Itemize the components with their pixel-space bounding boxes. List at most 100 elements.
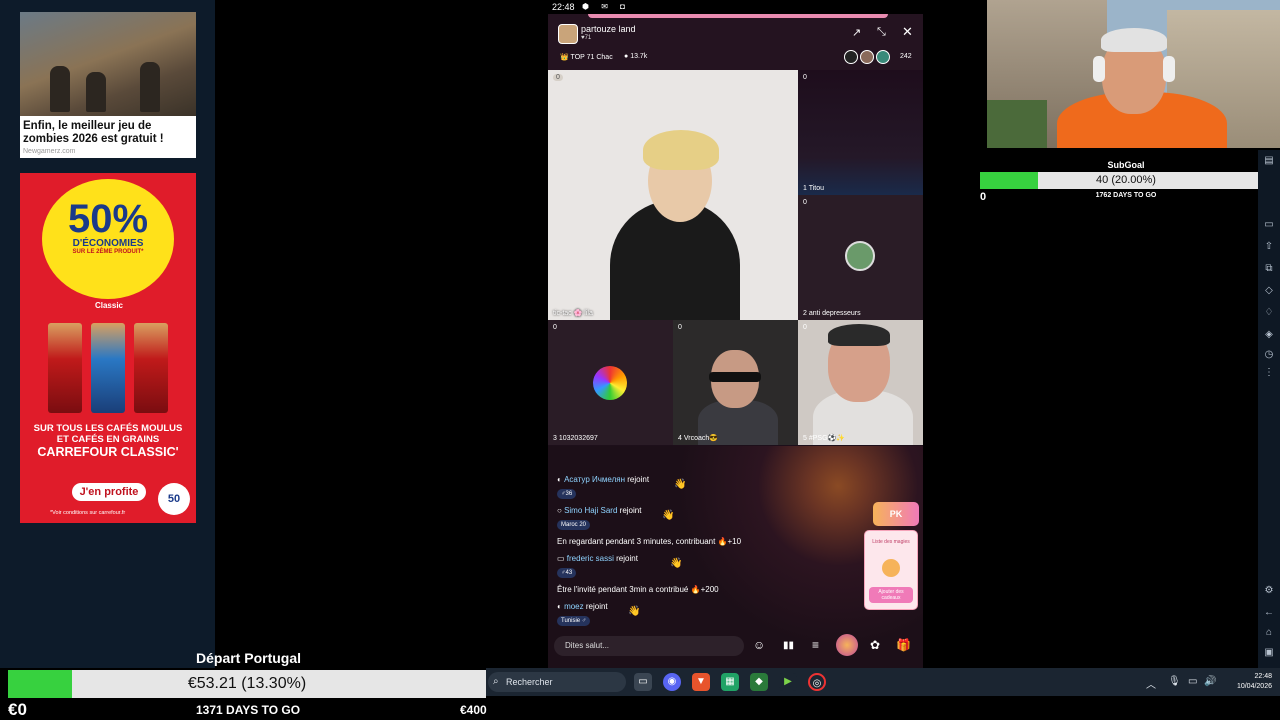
- game-app-icon[interactable]: ◆: [750, 673, 768, 691]
- tray-chevron-icon[interactable]: ︿: [1146, 676, 1156, 691]
- main-guest-video[interactable]: 0 tic-tac 🌸 lila: [548, 70, 798, 320]
- host-avatar[interactable]: [558, 24, 578, 44]
- header-accent: [588, 14, 888, 18]
- folder-icon[interactable]: ▭: [1262, 218, 1276, 232]
- share-icon[interactable]: ↗: [852, 26, 861, 39]
- chat-input[interactable]: Dites salut...: [554, 636, 744, 656]
- obs-icon[interactable]: ◎: [808, 673, 826, 691]
- club-badge: 50: [158, 483, 190, 515]
- chat-action: rejoint: [619, 506, 642, 515]
- subgoal-progress-bar: 40 (20.00%): [980, 172, 1272, 189]
- viewer-count[interactable]: 242: [900, 53, 912, 60]
- brave-browser-icon[interactable]: ▼: [692, 673, 710, 691]
- audio-icon[interactable]: ▮▮: [783, 640, 794, 651]
- search-placeholder: Rechercher: [506, 677, 553, 687]
- bell-icon[interactable]: ♢: [1262, 306, 1276, 320]
- stats-icon[interactable]: ▤: [1262, 154, 1276, 168]
- wave-icon[interactable]: 👋: [662, 510, 674, 521]
- taskbar: ⌕ Rechercher ▭ ◉ ▼ ▦ ◆ ▶ ◎ ︿ 🎙 ▭ 🔊 22:48…: [486, 668, 1280, 696]
- system-message: Être l'invité pendant 3min a contribué 🔥…: [557, 585, 719, 594]
- main-guest-coins: 0: [553, 74, 563, 81]
- minimize-icon[interactable]: ⤡: [877, 26, 886, 39]
- guest-tile-4[interactable]: 0 4 Vrcoach😎: [673, 320, 798, 445]
- more-icon[interactable]: ⋮: [1262, 366, 1276, 380]
- settings-icon[interactable]: ⚙: [1262, 584, 1276, 598]
- coin-value: 13.7k: [630, 53, 648, 60]
- top-rank-label: TOP 71 Chac: [570, 54, 613, 61]
- chat-username[interactable]: frederic sassi: [567, 554, 614, 563]
- ad-source: Newgamerz.com: [23, 148, 76, 155]
- clock-date: 10/04/2026: [1236, 683, 1272, 690]
- screen: Enfin, le meilleur jeu de zombies 2026 e…: [0, 0, 1280, 720]
- home-icon[interactable]: ⌂: [1262, 626, 1276, 640]
- status-icons: ⬢ ✉ ◘: [582, 2, 630, 11]
- top-rank[interactable]: 👑 TOP 71 Chac: [560, 53, 613, 61]
- guest-tile-2[interactable]: 0 2 anti depresseurs: [798, 195, 923, 320]
- rose-icon[interactable]: ✿: [870, 638, 880, 652]
- play-app-icon[interactable]: ▶: [779, 673, 797, 691]
- live-stream-window: 22:48 ⬢ ✉ ◘ partouze land ♥71 ↗ ⤡ ✕ 👑 TO…: [548, 0, 923, 668]
- profite-button[interactable]: J'en profite: [72, 483, 146, 501]
- chat-message: ◐ Асатур Ичмелян rejoint: [557, 475, 650, 484]
- ad-conditions: *Voir conditions sur carrefour.fr: [50, 510, 126, 516]
- guest-coins: 0: [678, 324, 682, 331]
- host-name[interactable]: partouze land: [581, 24, 636, 34]
- chat-username[interactable]: Simo Haji Sard: [564, 506, 617, 515]
- window-icon[interactable]: ▣: [1262, 646, 1276, 660]
- gift-icon[interactable]: 🎁: [896, 638, 911, 652]
- goal-max: €400: [460, 703, 487, 717]
- guest-label: 1 Titou: [803, 185, 825, 192]
- spreadsheet-app-icon[interactable]: ▦: [721, 673, 739, 691]
- chat-username[interactable]: Асатур Ичмелян: [564, 475, 625, 484]
- layers-icon[interactable]: ◈: [1262, 328, 1276, 342]
- wave-icon[interactable]: 👋: [674, 479, 686, 490]
- clock-icon[interactable]: ◷: [1262, 348, 1276, 362]
- subgoal-days: 1762 DAYS TO GO: [1095, 192, 1157, 199]
- wave-icon[interactable]: 👋: [670, 558, 682, 569]
- stream-header: partouze land ♥71 ↗ ⤡ ✕ 👑 TOP 71 Chac ● …: [548, 14, 923, 70]
- pk-button[interactable]: PK: [873, 502, 919, 526]
- ad-title: Enfin, le meilleur jeu de zombies 2026 e…: [23, 120, 164, 145]
- network-icon[interactable]: ▭: [1188, 676, 1197, 687]
- carrefour-logo: Classic: [92, 289, 126, 313]
- offer-line-3: CARREFOUR CLASSIC': [37, 445, 179, 459]
- gift-bubble-icon[interactable]: [836, 634, 858, 656]
- phone-time: 22:48: [552, 2, 575, 12]
- taskbar-search[interactable]: ⌕ Rechercher: [488, 672, 626, 692]
- goal-days: 1371 DAYS TO GO: [196, 703, 301, 717]
- goal-title: Départ Portugal: [196, 650, 302, 666]
- task-view-icon[interactable]: ▭: [634, 673, 652, 691]
- discount-label: D'ÉCONOMIES: [72, 238, 144, 249]
- guest-tile-3[interactable]: 0 3 1032032697: [548, 320, 673, 445]
- upload-icon[interactable]: ⇧: [1262, 240, 1276, 254]
- ad-offer-text: SUR TOUS LES CAFÉS MOULUS ET CAFÉS EN GR…: [26, 423, 190, 459]
- ad-image: [20, 12, 196, 116]
- menu-icon[interactable]: ≡: [812, 638, 819, 652]
- back-icon[interactable]: ←: [1262, 606, 1276, 620]
- wave-icon[interactable]: 👋: [628, 606, 640, 617]
- guest-tile-1[interactable]: 0 1 Titou: [798, 70, 923, 195]
- carrefour-ad[interactable]: 50% D'ÉCONOMIES SUR LE 2ÈME PRODUIT* Cla…: [20, 173, 196, 523]
- microphone-icon[interactable]: 🎙: [1168, 676, 1181, 687]
- gift-list-panel[interactable]: Liste des magies Ajouter des cadeaux: [864, 530, 918, 610]
- guest-label: 4 Vrcoach😎: [678, 435, 718, 442]
- copy-icon[interactable]: ⧉: [1262, 262, 1276, 276]
- user-badge: Maroc 20: [557, 520, 591, 530]
- guest-coins: 0: [553, 324, 557, 331]
- offer-line-1: SUR TOUS LES CAFÉS MOULUS: [33, 423, 183, 434]
- zombie-game-ad[interactable]: Enfin, le meilleur jeu de zombies 2026 e…: [20, 12, 196, 158]
- discount-badge: 50% D'ÉCONOMIES SUR LE 2ÈME PRODUIT*: [42, 179, 174, 299]
- discord-icon[interactable]: ◉: [663, 673, 681, 691]
- user-badge: ♂43: [557, 568, 577, 578]
- volume-icon[interactable]: 🔊: [1204, 676, 1216, 687]
- viewer-avatars[interactable]: [844, 50, 894, 64]
- guest-label: 5 #PSG⚽✨: [803, 435, 845, 442]
- tag-icon[interactable]: ◇: [1262, 284, 1276, 298]
- guest-tile-5[interactable]: 0 5 #PSG⚽✨: [798, 320, 923, 445]
- emoji-icon[interactable]: ☺: [753, 638, 765, 652]
- taskbar-clock[interactable]: 22:48 10/04/2026: [1218, 672, 1272, 692]
- coffee-packs-image: [48, 323, 168, 415]
- close-icon[interactable]: ✕: [902, 24, 913, 40]
- chat-username[interactable]: moez: [564, 602, 584, 611]
- search-icon: ⌕: [493, 676, 499, 687]
